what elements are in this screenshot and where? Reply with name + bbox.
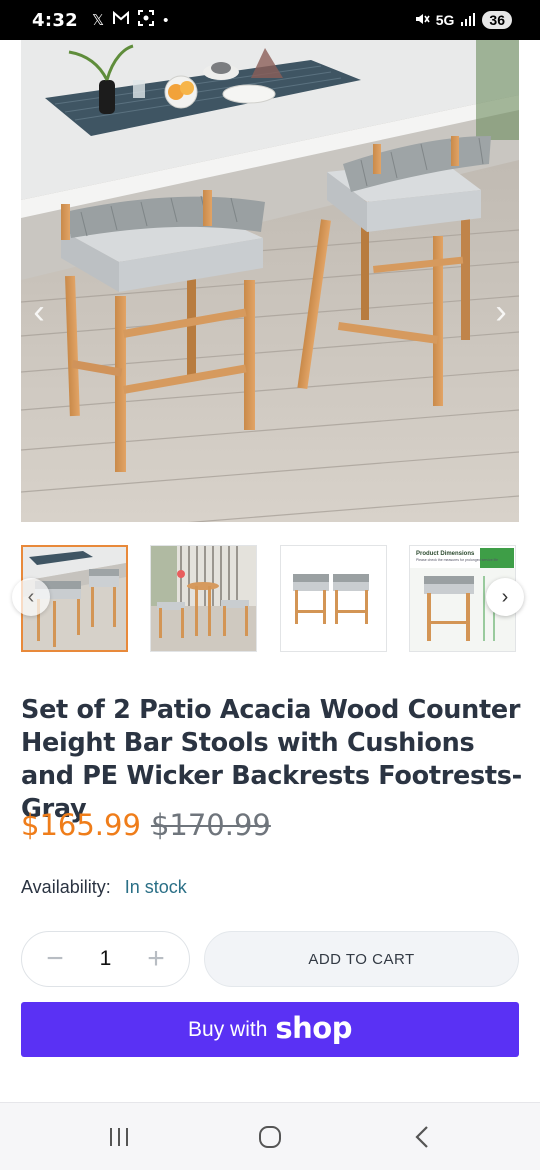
thumbnail-2-image	[151, 546, 256, 651]
hero-prev-arrow[interactable]: ‹	[25, 290, 53, 334]
x-app-icon: 𝕏	[91, 12, 105, 29]
thumbnail-3[interactable]	[280, 545, 387, 652]
thumbnail-2[interactable]	[150, 545, 257, 652]
battery-level: 36	[482, 11, 512, 29]
increase-quantity-button[interactable]: +	[143, 944, 169, 974]
hero-next-arrow[interactable]: ›	[487, 290, 515, 334]
mail-icon	[113, 10, 130, 29]
back-icon[interactable]	[402, 1121, 442, 1153]
notification-icons: 𝕏 •	[92, 10, 168, 30]
availability-label: Availability:	[21, 877, 111, 897]
price-row: $165.99 $170.99	[21, 808, 271, 842]
buy-with-label: Buy with	[188, 1017, 268, 1041]
availability: Availability: In stock	[21, 877, 187, 898]
mute-icon	[414, 11, 430, 30]
add-to-cart-label: ADD TO CART	[308, 950, 415, 968]
thumbnail-carousel: Product Dimensions Please check the meas…	[0, 545, 540, 652]
thumbnail-4-heading: Product Dimensions	[416, 551, 475, 557]
sale-price: $165.99	[21, 808, 141, 842]
thumbnail-prev-button[interactable]: ‹	[12, 578, 50, 616]
thumbnail-next-button[interactable]: ›	[486, 578, 524, 616]
home-icon[interactable]	[250, 1121, 290, 1153]
buy-with-shop-button[interactable]: Buy with shop	[21, 1002, 519, 1057]
signal-icon	[460, 12, 476, 29]
network-label: 5G	[435, 12, 455, 28]
shop-logo: shop	[275, 1010, 352, 1045]
product-main-image[interactable]: ‹ ›	[21, 40, 519, 522]
dot-icon: •	[163, 11, 169, 29]
recent-apps-icon[interactable]	[99, 1121, 139, 1153]
screenshot-icon	[138, 10, 155, 30]
decrease-quantity-button[interactable]: −	[42, 944, 68, 974]
product-title: Set of 2 Patio Acacia Wood Counter Heigh…	[21, 695, 522, 824]
system-navigation-bar	[0, 1102, 540, 1170]
product-photo	[21, 40, 519, 522]
thumbnail-3-image	[281, 546, 386, 651]
thumbnail-4-note: Please check the measures for prolonged …	[416, 558, 498, 562]
availability-value: In stock	[124, 877, 187, 897]
status-bar: 4:32 𝕏 • 5G 36	[0, 0, 540, 40]
add-to-cart-button[interactable]: ADD TO CART	[204, 931, 519, 987]
compare-at-price: $170.99	[150, 808, 271, 842]
status-time: 4:32	[32, 9, 78, 31]
quantity-stepper: − 1 +	[21, 931, 190, 987]
quantity-value[interactable]: 1	[100, 947, 112, 971]
system-status: 5G 36	[414, 11, 512, 30]
